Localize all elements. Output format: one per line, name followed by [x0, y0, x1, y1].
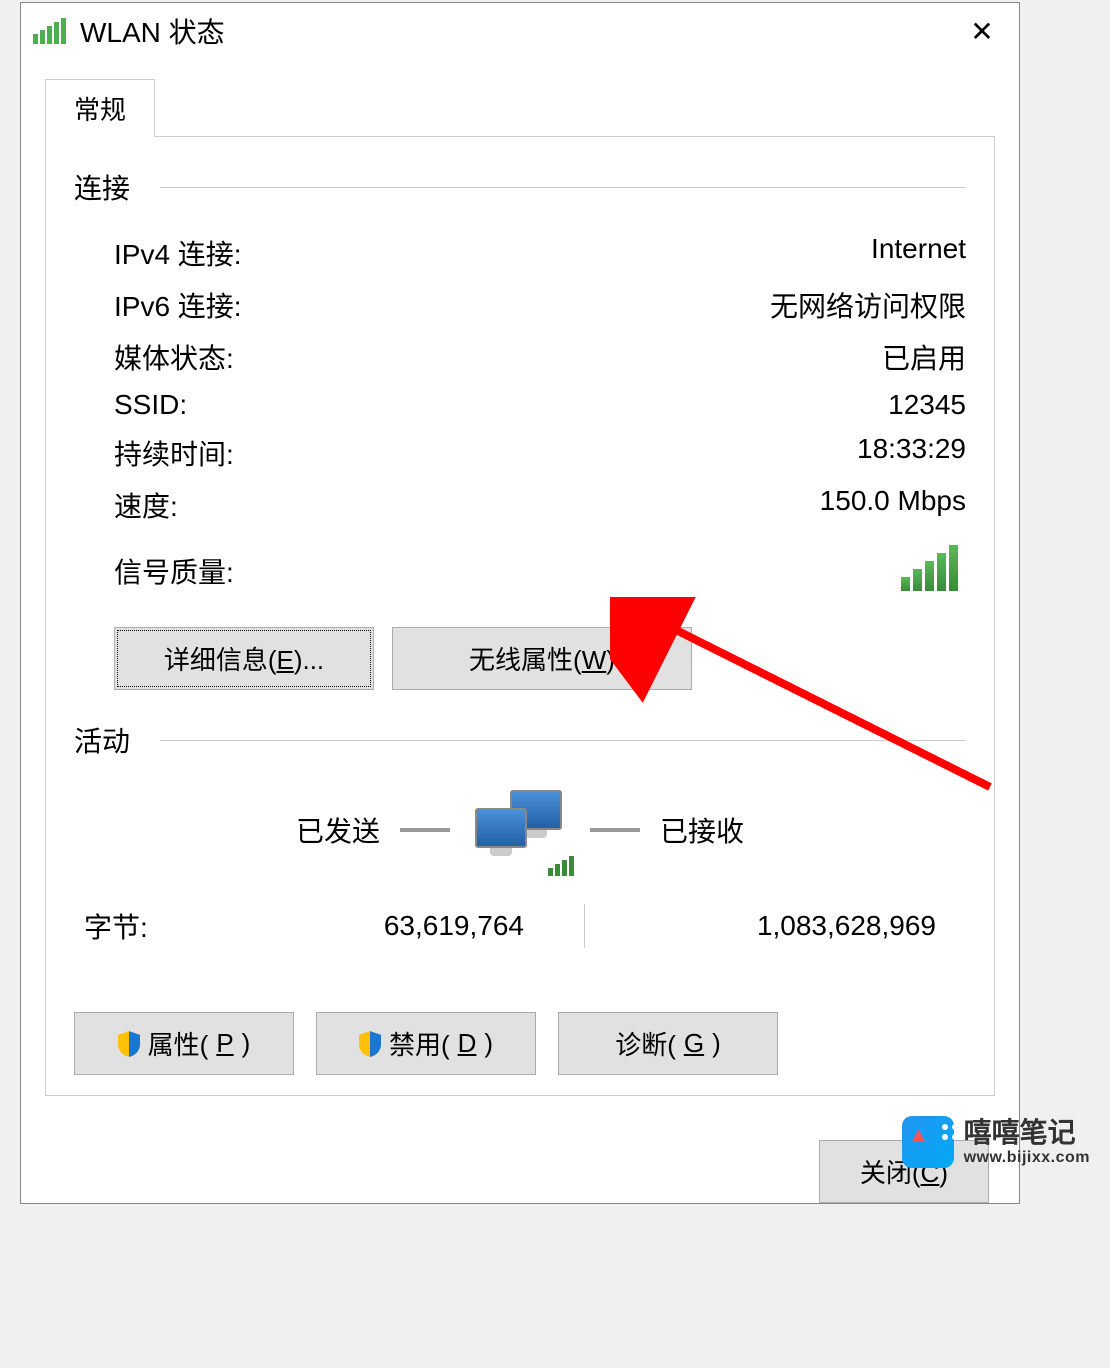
bottom-buttons: 属性(P) 禁用(D) 诊断(G) — [74, 1012, 966, 1075]
shield-icon — [359, 1031, 381, 1057]
ipv4-label: IPv4 连接: — [114, 233, 242, 273]
received-label: 已接收 — [660, 810, 744, 850]
activity-label: 活动 — [74, 720, 130, 760]
speed-row: 速度: 150.0 Mbps — [74, 479, 966, 531]
tab-general[interactable]: 常规 — [45, 79, 155, 137]
watermark-logo-icon — [902, 1116, 954, 1168]
signal-quality-row: 信号质量: — [74, 539, 966, 597]
sent-label: 已发送 — [296, 810, 380, 850]
speed-label: 速度: — [114, 485, 178, 525]
wifi-signal-icon — [33, 18, 66, 44]
ipv6-label: IPv6 连接: — [114, 285, 242, 325]
network-computers-icon — [470, 790, 570, 870]
window-title: WLAN 状态 — [80, 11, 225, 51]
ssid-value: 12345 — [888, 389, 966, 421]
connection-section-header: 连接 — [74, 167, 966, 207]
wlan-status-dialog: WLAN 状态 ✕ 常规 连接 IPv4 连接: Internet IPv6 连… — [20, 2, 1020, 1204]
duration-row: 持续时间: 18:33:29 — [74, 427, 966, 479]
ipv6-row: IPv6 连接: 无网络访问权限 — [74, 279, 966, 331]
divider — [584, 904, 585, 948]
close-icon[interactable]: ✕ — [957, 11, 1007, 51]
connection-buttons: 详细信息(E)... 无线属性(W) — [114, 627, 966, 690]
bytes-received-value: 1,083,628,969 — [645, 910, 966, 942]
titlebar: WLAN 状态 ✕ — [21, 3, 1019, 59]
watermark: 嘻嘻笔记 www.bijixx.com — [902, 1116, 1090, 1168]
activity-section-header: 活动 — [74, 720, 966, 760]
activity-section: 活动 已发送 已接收 字节: 63,619,764 1,083,628,969 — [74, 720, 966, 1075]
divider — [160, 187, 966, 188]
disable-button[interactable]: 禁用(D) — [316, 1012, 536, 1075]
properties-button[interactable]: 属性(P) — [74, 1012, 294, 1075]
shield-icon — [118, 1031, 140, 1057]
media-row: 媒体状态: 已启用 — [74, 331, 966, 383]
details-button[interactable]: 详细信息(E)... — [114, 627, 374, 690]
ssid-row: SSID: 12345 — [74, 383, 966, 427]
duration-label: 持续时间: — [114, 433, 234, 473]
connection-label: 连接 — [74, 167, 130, 207]
bytes-sent-value: 63,619,764 — [264, 910, 524, 942]
signal-quality-label: 信号质量: — [114, 551, 234, 591]
watermark-name: 嘻嘻笔记 — [964, 1118, 1090, 1149]
signal-bars-icon — [901, 545, 966, 591]
ssid-label: SSID: — [114, 389, 187, 421]
wireless-properties-button[interactable]: 无线属性(W) — [392, 627, 692, 690]
bytes-label: 字节: — [84, 906, 264, 946]
media-label: 媒体状态: — [114, 337, 234, 377]
diagnose-button[interactable]: 诊断(G) — [558, 1012, 778, 1075]
divider — [160, 740, 966, 741]
dash-icon — [400, 828, 450, 832]
tab-strip: 常规 — [45, 79, 1019, 137]
dialog-footer: 关闭(C) — [21, 1116, 1019, 1203]
bytes-row: 字节: 63,619,764 1,083,628,969 — [74, 890, 966, 962]
dash-icon — [590, 828, 640, 832]
duration-value: 18:33:29 — [857, 433, 966, 473]
tab-content: 连接 IPv4 连接: Internet IPv6 连接: 无网络访问权限 媒体… — [45, 136, 995, 1096]
media-value: 已启用 — [882, 337, 966, 377]
ipv4-value: Internet — [871, 233, 966, 273]
ipv6-value: 无网络访问权限 — [770, 285, 966, 325]
speed-value: 150.0 Mbps — [820, 485, 966, 525]
ipv4-row: IPv4 连接: Internet — [74, 227, 966, 279]
watermark-url: www.bijixx.com — [964, 1149, 1090, 1167]
activity-body: 已发送 已接收 — [74, 790, 966, 870]
